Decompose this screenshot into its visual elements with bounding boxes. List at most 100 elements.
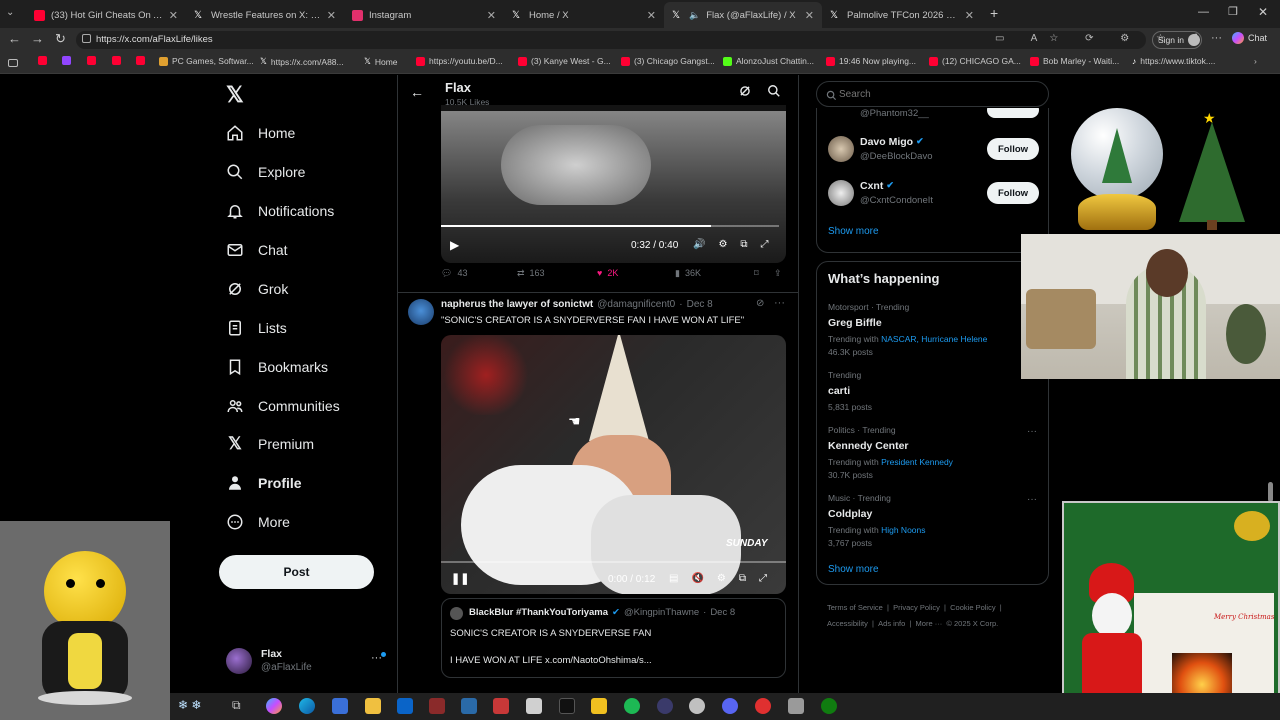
close-icon[interactable]: ✕ xyxy=(169,9,178,22)
bookmarks-menu-icon[interactable] xyxy=(8,59,18,67)
sidebar-item-profile[interactable]: Profile xyxy=(226,474,302,492)
trend-with-links[interactable]: President Kennedy xyxy=(881,457,953,467)
follow-button[interactable]: Follow xyxy=(987,138,1039,160)
sidebar-item-more[interactable]: More xyxy=(226,513,290,531)
app-icon[interactable] xyxy=(689,698,705,714)
post-button[interactable]: Post xyxy=(219,555,374,589)
tab-3[interactable]: Instagram ✕ xyxy=(344,2,504,28)
bookmark-item[interactable]: PC Games, Softwar... xyxy=(159,56,254,66)
app-icon[interactable] xyxy=(788,698,804,714)
tab-5-active[interactable]: 𝕏 🔈 Flax (@aFlaxLife) / X ✕ xyxy=(664,2,822,28)
restore-button[interactable]: ❐ xyxy=(1228,5,1238,18)
grok-icon[interactable]: ⊘ xyxy=(756,298,764,309)
video-controls-icons[interactable]: 🔊⚙⧉⤢ xyxy=(693,239,782,250)
bookmark-item[interactable] xyxy=(112,56,121,65)
trend-more-icon[interactable]: ··· xyxy=(1027,494,1037,505)
tab-4[interactable]: 𝕏 Home / X ✕ xyxy=(504,2,664,28)
sidebar-item-chat[interactable]: Chat xyxy=(226,241,288,259)
bookmark-item[interactable]: ♪ https://www.tiktok.... xyxy=(1132,56,1215,66)
footer-link[interactable]: Privacy Policy xyxy=(893,603,940,612)
bookmark-item[interactable] xyxy=(62,56,71,65)
back-icon[interactable]: ← xyxy=(8,31,21,46)
follow-suggestion[interactable]: Davo Migo ✔ @DeeBlockDavo Follow xyxy=(817,134,1048,172)
video-controls-icons[interactable]: ▤🔇⚙⧉⤢ xyxy=(669,573,780,584)
search-input[interactable] xyxy=(839,86,1039,102)
footer-link[interactable]: Terms of Service xyxy=(827,603,883,612)
spotify-icon[interactable] xyxy=(624,698,640,714)
footer-link[interactable]: Ads info xyxy=(878,619,905,628)
sidebar-item-bookmarks[interactable]: Bookmarks xyxy=(226,358,328,376)
trend-item[interactable]: Motorsport · Trending Greg Biffle Trendi… xyxy=(828,302,1043,357)
repost-button[interactable]: ⇄ 163 xyxy=(517,268,545,279)
forward-icon[interactable]: → xyxy=(31,31,44,46)
close-icon[interactable]: ✕ xyxy=(647,9,656,22)
site-info-icon[interactable] xyxy=(82,34,91,43)
bookmark-item[interactable] xyxy=(38,56,47,65)
tab-2[interactable]: 𝕏 Wrestle Features on X: ""Elias snuc ✕ xyxy=(186,2,344,28)
follow-suggestion[interactable]: Cxnt ✔ @CxntCondoneIt Follow xyxy=(817,178,1048,216)
search-icon[interactable] xyxy=(767,84,781,103)
close-window-button[interactable]: ✕ xyxy=(1258,5,1268,19)
sign-in-button[interactable]: Sign in xyxy=(1152,31,1202,49)
bookmark-item[interactable]: https://youtu.be/D... xyxy=(416,56,503,66)
x-logo-icon[interactable]: 𝕏 xyxy=(226,82,244,108)
video-player[interactable]: ▶ 0:32 / 0:40 🔊⚙⧉⤢ xyxy=(441,105,786,263)
tab-list-icon[interactable]: ⌄ xyxy=(6,7,14,18)
xbox-icon[interactable] xyxy=(821,698,837,714)
more-dots-icon[interactable]: ··· xyxy=(774,297,785,309)
app-icon[interactable] xyxy=(657,698,673,714)
pause-icon[interactable]: ❚❚ xyxy=(451,572,469,585)
file-explorer-icon[interactable] xyxy=(365,698,381,714)
store-icon[interactable] xyxy=(332,698,348,714)
trend-with-links[interactable]: NASCAR, Hurricane Helene xyxy=(881,334,987,344)
search-box[interactable] xyxy=(816,81,1049,107)
tweet-date[interactable]: Dec 8 xyxy=(687,299,713,313)
close-icon[interactable]: ✕ xyxy=(327,9,336,22)
close-icon[interactable]: ✕ xyxy=(805,9,814,22)
copilot-icon[interactable] xyxy=(266,698,282,714)
follow-button[interactable]: Follow xyxy=(987,182,1039,204)
sidebar-item-home[interactable]: Home xyxy=(226,124,295,142)
play-icon[interactable]: ▶ xyxy=(450,238,459,252)
bookmark-item[interactable]: (3) Kanye West - G... xyxy=(518,56,611,66)
quote-tweet[interactable]: BlackBlur #ThankYouToriyama ✔ @KingpinTh… xyxy=(441,598,786,678)
bookmark-item[interactable]: 𝕏https://x.com/A88... xyxy=(260,56,344,67)
bookmark-item[interactable]: AlonzoJust Chattin... xyxy=(723,56,814,66)
weather-icon[interactable]: ❄ ❄ xyxy=(178,698,222,714)
trend-item[interactable]: Politics · Trending Kennedy Center Trend… xyxy=(828,425,1043,480)
trend-item[interactable]: Trending carti 5,831 posts xyxy=(828,370,1043,412)
bookmark-item[interactable]: (12) CHICAGO GA... xyxy=(929,56,1021,66)
show-more-link[interactable]: Show more xyxy=(828,226,879,237)
sidebar-item-lists[interactable]: Lists xyxy=(226,319,287,337)
close-icon[interactable]: ✕ xyxy=(487,9,496,22)
footer-link[interactable]: Cookie Policy xyxy=(950,603,995,612)
footer-link[interactable]: More ··· xyxy=(916,619,943,628)
app-icon[interactable] xyxy=(461,698,477,714)
reply-button[interactable]: 💬︎ 43 xyxy=(441,268,467,279)
account-switcher[interactable]: Flax @aFlaxLife ··· xyxy=(226,646,386,678)
app-icon[interactable] xyxy=(526,698,542,714)
trend-more-icon[interactable]: ··· xyxy=(1027,426,1037,437)
follow-button[interactable] xyxy=(987,108,1039,118)
more-menu-icon[interactable]: ··· xyxy=(1211,32,1222,44)
bookmark-item[interactable]: (3) Chicago Gangst... xyxy=(621,56,715,66)
avatar[interactable] xyxy=(408,299,434,325)
chat-button[interactable]: Chat xyxy=(1232,32,1267,44)
sidebar-item-grok[interactable]: Grok xyxy=(226,280,288,298)
app-icon[interactable] xyxy=(429,698,445,714)
app-icon[interactable] xyxy=(755,698,771,714)
page-scrollbar[interactable] xyxy=(1268,482,1273,502)
tab-1[interactable]: (33) Hot Girl Cheats On Asian Boyf ✕ xyxy=(26,2,186,28)
tab-6[interactable]: 𝕏 Palmolive TFCon 2026 on X: "http: ✕ xyxy=(822,2,982,28)
edge-icon[interactable] xyxy=(299,698,315,714)
back-arrow-icon[interactable]: ← xyxy=(410,84,424,100)
url-field[interactable]: https://x.com/aFlaxLife/likes xyxy=(76,31,1146,49)
app-icon[interactable] xyxy=(493,698,509,714)
video-progress-track[interactable] xyxy=(441,561,786,563)
show-more-link[interactable]: Show more xyxy=(828,564,879,575)
video-progress-track[interactable] xyxy=(441,225,779,227)
outlook-icon[interactable] xyxy=(397,698,413,714)
sidebar-item-notifications[interactable]: Notifications xyxy=(226,202,334,220)
share-icon[interactable]: ⇪ xyxy=(774,268,782,279)
views-button[interactable]: ▮ 36K xyxy=(675,268,701,279)
